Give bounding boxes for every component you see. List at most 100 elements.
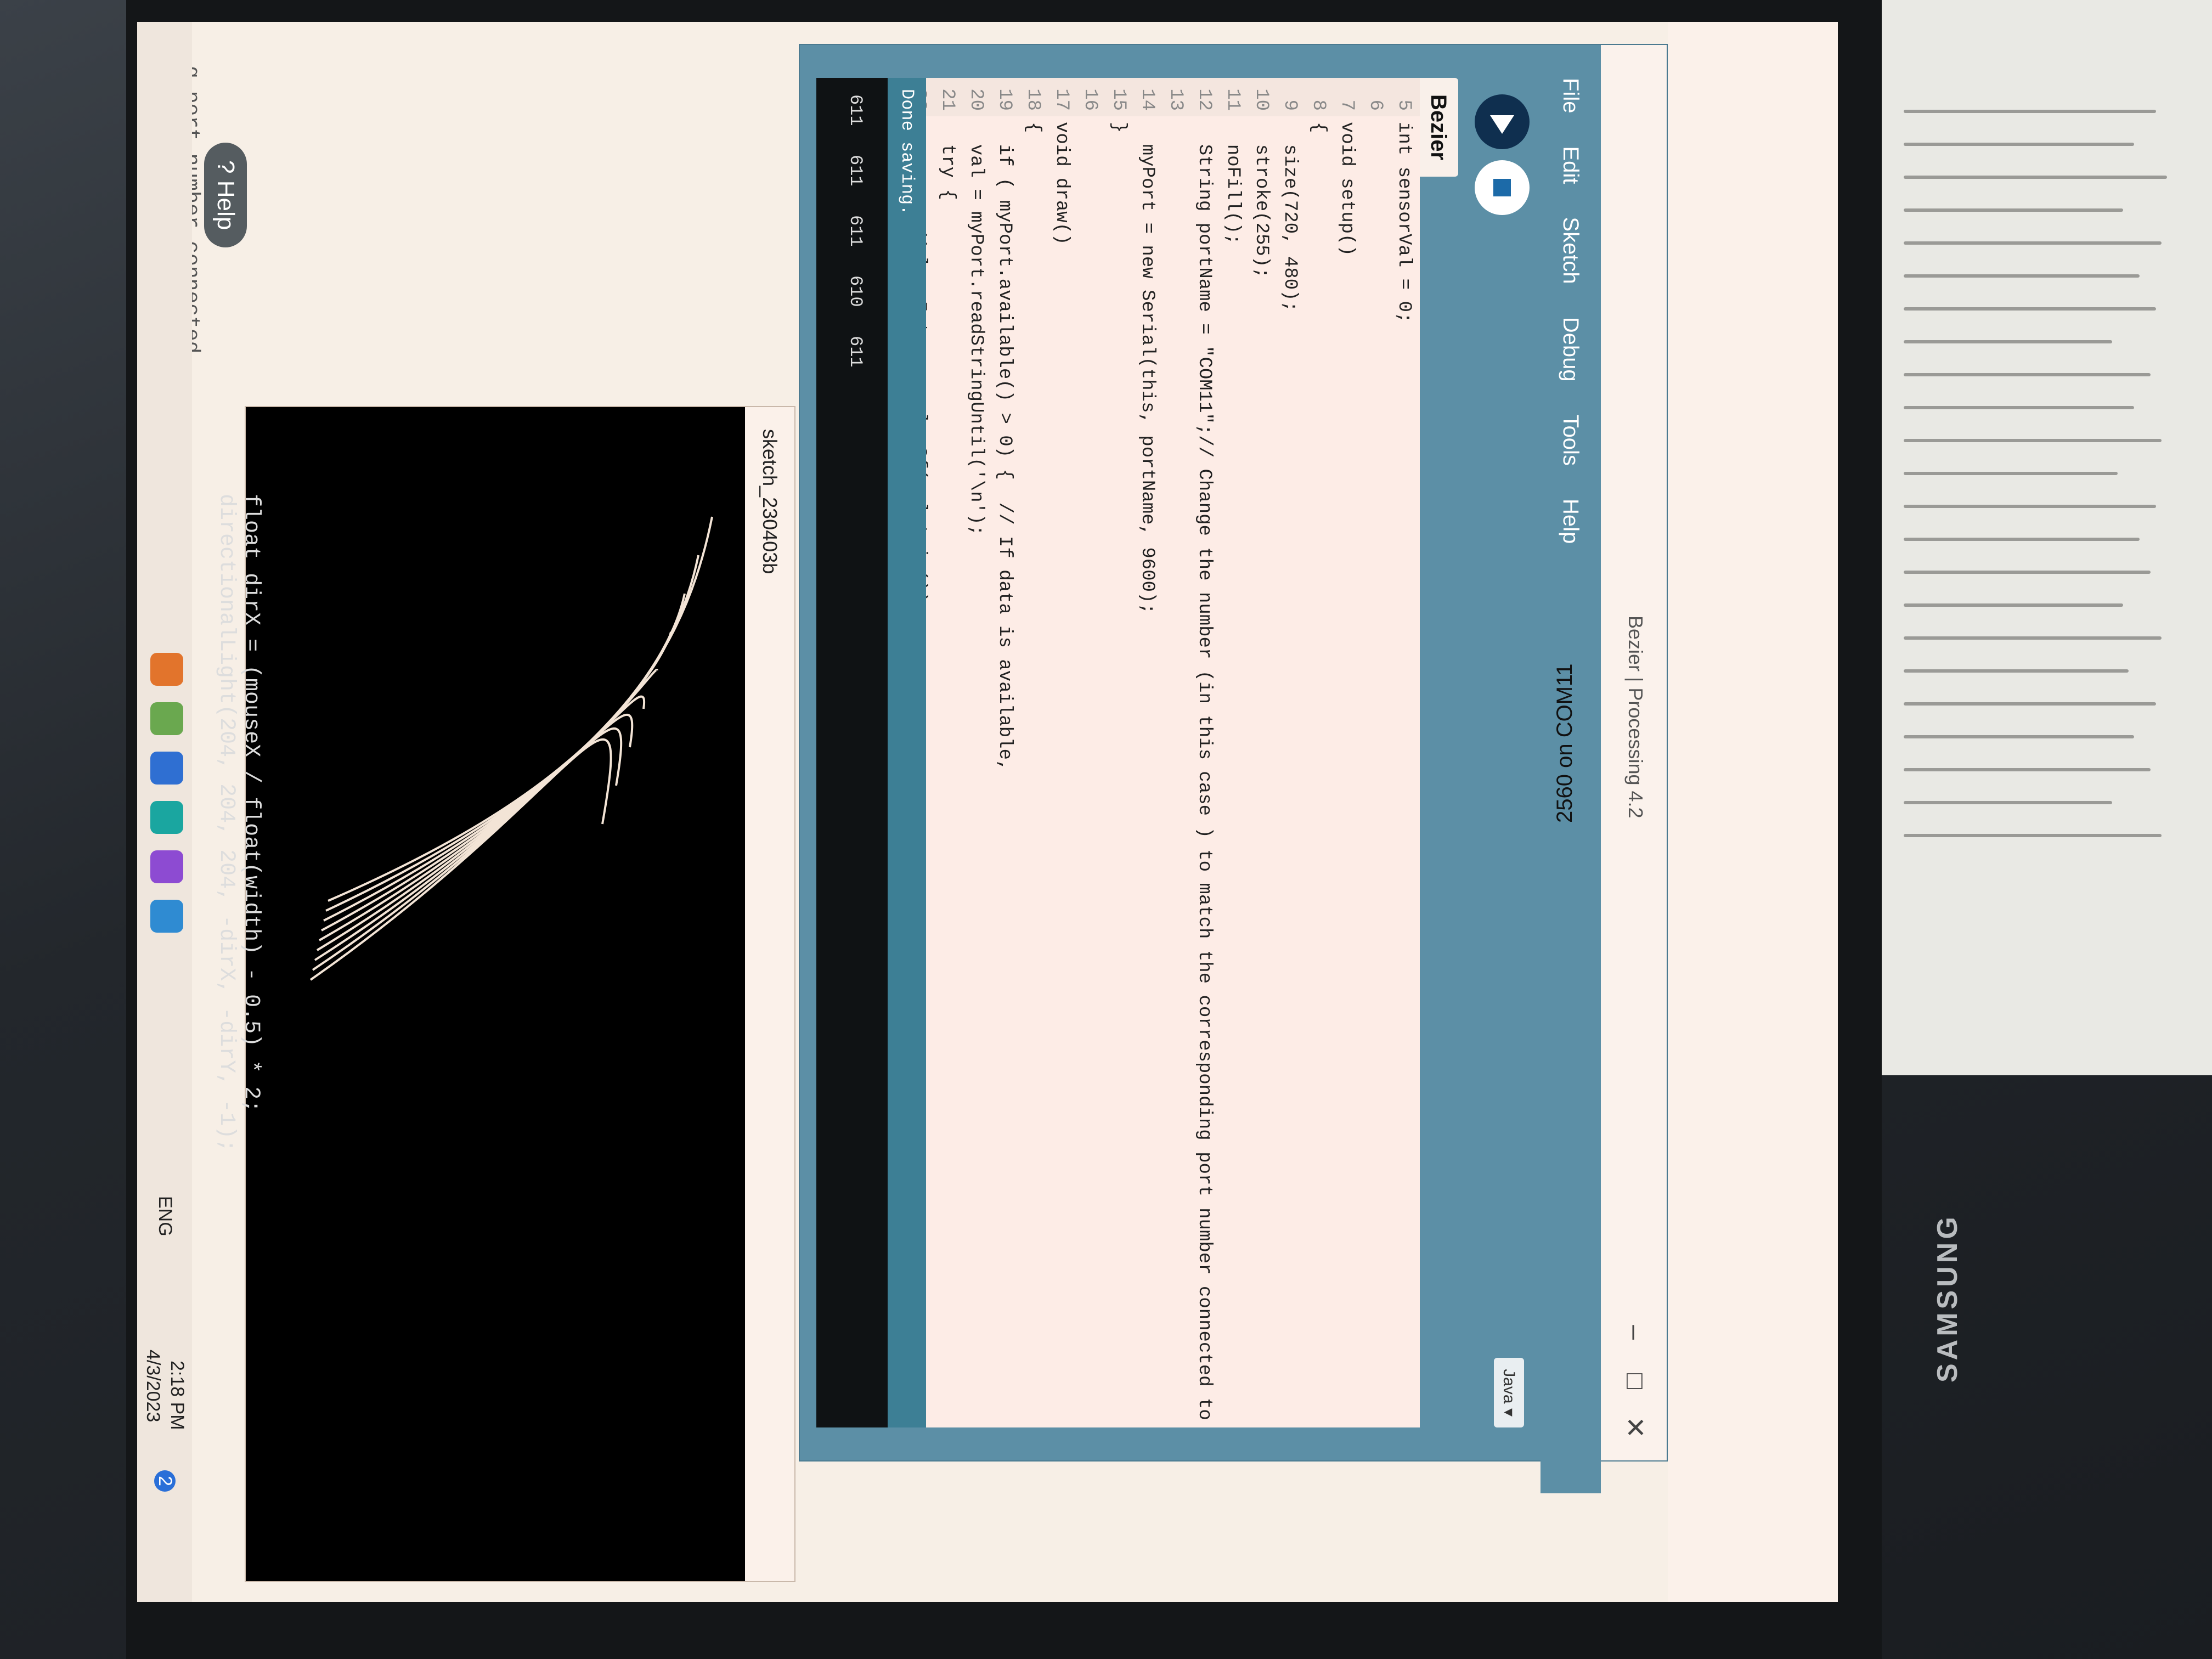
bezier-curve <box>328 516 713 902</box>
code-text: int sensorVal = 0; <box>1393 122 1414 324</box>
line-number: 7 <box>1336 99 1357 111</box>
code-behind-sketch: float dirX = (mouseX / float(width) - 0.… <box>214 494 263 1153</box>
line-number: 14 <box>1137 88 1158 111</box>
sketch-title: sketch_230403b <box>759 429 781 574</box>
bezier-curve <box>323 593 686 922</box>
bezier-curve <box>321 631 672 932</box>
console-status: Done saving. <box>888 78 926 1427</box>
monitor-brand-logo: SAMSUNG <box>1932 1214 1963 1383</box>
line-number: 17 <box>1051 88 1072 111</box>
close-icon[interactable]: ✕ <box>1620 1417 1650 1438</box>
line-number: 13 <box>1165 88 1186 111</box>
taskbar-word-icon[interactable] <box>150 752 183 785</box>
line-number: 6 <box>1365 99 1386 111</box>
code-text: void setup() <box>1336 122 1357 256</box>
board-status-text: 2560 on COM11 <box>1553 663 1577 823</box>
bezier-curves <box>309 516 713 981</box>
code-text: { <box>1023 122 1043 133</box>
menu-sketch[interactable]: Sketch <box>1559 217 1583 284</box>
line-number: 21 <box>937 88 958 111</box>
code-line[interactable]: 13 <box>1162 78 1186 122</box>
code-line[interactable]: 21 try { <box>934 78 958 200</box>
code-line[interactable]: 14 myPort = new Serial(this, portName, 9… <box>1133 78 1158 614</box>
console-panel: Done saving. 611 611 611 610 611 <box>816 78 926 1427</box>
browser-window-background <box>1668 22 1838 1602</box>
code-text: noFill(); <box>1222 122 1243 245</box>
code-line[interactable]: 17 void draw() <box>1048 78 1072 245</box>
code-line[interactable]: 19 if ( myPort.available() > 0) { // If … <box>991 78 1015 771</box>
line-number: 11 <box>1222 88 1243 111</box>
code-line[interactable]: 11 noFill(); <box>1219 78 1243 245</box>
sketch-window[interactable]: sketch_230403b <box>245 406 795 1582</box>
taskbar-app-icon[interactable] <box>150 850 183 883</box>
code-line[interactable]: 16 <box>1076 78 1101 122</box>
language-indicator[interactable]: ENG <box>154 1196 176 1237</box>
menu-tools[interactable]: Tools <box>1559 415 1583 466</box>
code-text: try { <box>937 122 958 200</box>
line-number: 20 <box>966 88 986 111</box>
ide-toolbar: Java ▾ <box>1475 45 1541 1460</box>
minimize-icon[interactable]: – <box>1620 1325 1650 1340</box>
console-line: 611 <box>845 94 866 126</box>
console-line: 611 <box>845 215 866 247</box>
console-line: 611 <box>845 155 866 187</box>
paper-document <box>1860 0 2212 1075</box>
mode-selector[interactable]: Java ▾ <box>1494 1358 1524 1427</box>
console-line: 611 <box>845 336 866 368</box>
line-number: 8 <box>1308 99 1329 111</box>
window-title: Bezier | Processing 4.2 <box>1624 616 1647 819</box>
menu-edit[interactable]: Edit <box>1559 146 1583 184</box>
ide-titlebar: Bezier | Processing 4.2 – □ ✕ <box>1601 45 1667 1460</box>
code-line[interactable]: 20 val = myPort.readStringUntil('\n'); <box>962 78 986 536</box>
sketch-canvas[interactable] <box>246 407 745 1581</box>
clock-date[interactable]: 4/3/2023 <box>142 1350 163 1422</box>
code-line[interactable]: 18 { <box>1019 78 1043 133</box>
stop-button[interactable] <box>1475 160 1530 215</box>
taskbar: ENG 2:18 PM 4/3/2023 2 <box>137 22 192 1602</box>
code-text: val = myPort.readStringUntil('\n'); <box>966 122 986 536</box>
menu-debug[interactable]: Debug <box>1559 317 1583 382</box>
code-line[interactable]: 12 String portName = "COM11";// Change t… <box>1190 78 1215 1427</box>
processing-ide-window: Bezier | Processing 4.2 – □ ✕ File Edit … <box>799 44 1668 1493</box>
taskbar-app-icon[interactable] <box>150 653 183 686</box>
code-text: { <box>1308 122 1329 133</box>
maximize-icon[interactable]: □ <box>1620 1373 1650 1389</box>
code-line[interactable]: 6 <box>1362 78 1386 122</box>
code-text: if ( myPort.available() > 0) { // If dat… <box>994 122 1015 771</box>
code-text: stroke(255); <box>1251 122 1272 279</box>
code-text: String portName = "COM11";// Change the … <box>1194 122 1215 1427</box>
code-editor[interactable]: 5int sensorVal = 0; 6 7void setup() 8{9 siz… <box>893 78 1420 1427</box>
line-number: 5 <box>1393 99 1414 111</box>
clock-time[interactable]: 2:18 PM <box>166 1361 188 1430</box>
code-line[interactable]: 9 size(720, 480); <box>1276 78 1300 312</box>
line-number: 12 <box>1194 88 1215 111</box>
code-text: void draw() <box>1051 122 1072 245</box>
run-button[interactable] <box>1475 94 1530 149</box>
monitor-screen: Bezier | Processing 4.2 – □ ✕ File Edit … <box>137 22 1838 1602</box>
line-number: 15 <box>1108 88 1129 111</box>
code-line[interactable]: 15} <box>1105 78 1129 133</box>
code-text: size(720, 480); <box>1279 122 1300 312</box>
menu-help[interactable]: Help <box>1559 499 1583 544</box>
code-line[interactable]: 10 stroke(255); <box>1248 78 1272 279</box>
code-text: myPort = new Serial(this, portName, 9600… <box>1137 122 1158 614</box>
bezier-curve <box>325 555 699 912</box>
line-number: 18 <box>1023 88 1043 111</box>
code-line[interactable]: 7 void setup() <box>1333 78 1357 256</box>
notification-badge[interactable]: 2 <box>154 1470 176 1492</box>
menu-file[interactable]: File <box>1559 78 1583 113</box>
taskbar-vscode-icon[interactable] <box>150 900 183 933</box>
taskbar-arduino-icon[interactable] <box>150 801 183 834</box>
line-number: 10 <box>1251 88 1272 111</box>
tab-bezier[interactable]: Bezier <box>1418 78 1458 177</box>
taskbar-app-icon[interactable] <box>150 702 183 735</box>
code-text: } <box>1108 122 1129 133</box>
sketch-titlebar: sketch_230403b <box>745 407 794 1581</box>
help-button[interactable]: ? Help <box>204 143 247 248</box>
line-number: 19 <box>994 88 1015 111</box>
line-number: 9 <box>1279 99 1300 111</box>
code-line[interactable]: 5 int sensorVal = 0; <box>1390 78 1414 324</box>
code-line[interactable]: 8{ <box>1305 78 1329 133</box>
console-line: 610 <box>845 275 866 307</box>
line-number: 16 <box>1080 88 1101 111</box>
